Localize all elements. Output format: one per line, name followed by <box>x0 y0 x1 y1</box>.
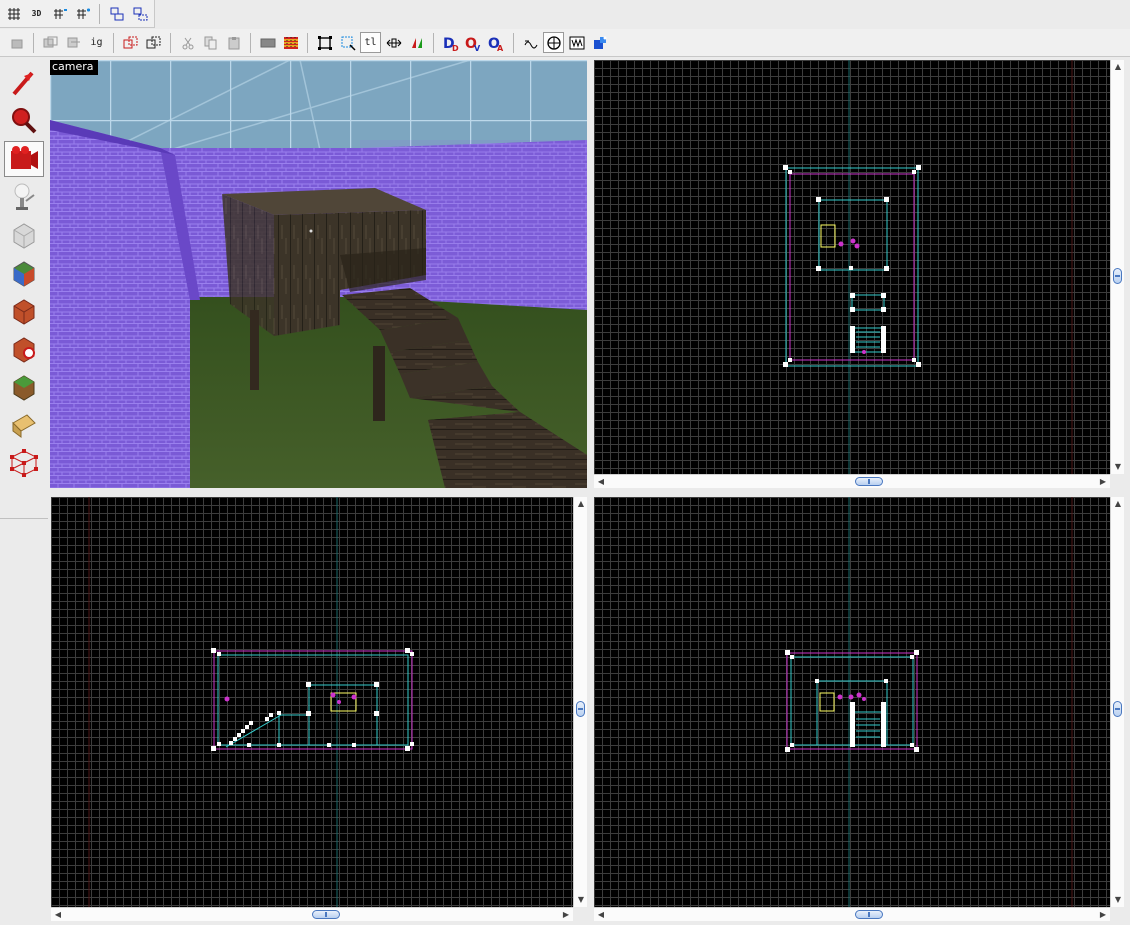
ungroup-select-icon[interactable] <box>143 32 164 53</box>
scroll-down-arrow-icon[interactable]: ▼ <box>1111 893 1125 907</box>
scroll-up-arrow-icon[interactable]: ▲ <box>1111 497 1125 511</box>
apply-current-texture-tool[interactable] <box>4 293 44 329</box>
entity-tool[interactable] <box>4 179 44 215</box>
group-icon[interactable] <box>106 3 127 24</box>
entity-lamp-icon <box>14 183 35 210</box>
front-viewport-vertical-scrollbar[interactable]: ▲ ▼ <box>573 497 587 907</box>
scroll-down-arrow-icon[interactable]: ▼ <box>1111 460 1125 474</box>
decal-tool[interactable] <box>4 331 44 367</box>
side-viewport-vertical-scrollbar[interactable]: ▲ ▼ <box>1110 497 1124 907</box>
camera-tool[interactable] <box>4 141 44 177</box>
ungroup-icon[interactable] <box>129 3 150 24</box>
overlay-tool[interactable] <box>4 369 44 405</box>
group-select-icon[interactable] <box>120 32 141 53</box>
toolbar-separator <box>99 3 100 24</box>
carve-icon[interactable] <box>6 32 27 53</box>
scroll-right-arrow-icon[interactable]: ▶ <box>1096 475 1110 489</box>
toolbar-separator <box>307 32 308 53</box>
scroll-thumb[interactable] <box>855 477 883 486</box>
camera-viewport[interactable]: camera <box>50 60 587 488</box>
magnifier-icon <box>12 108 37 134</box>
grid-toggle-icon[interactable] <box>3 3 24 24</box>
toolbar-separator <box>170 32 171 53</box>
clipping-tool[interactable] <box>4 407 44 443</box>
top-viewport-vertical-scrollbar[interactable]: ▲ ▼ <box>1110 60 1124 474</box>
select-box-icon[interactable] <box>314 32 335 53</box>
select-object-icon[interactable] <box>337 32 358 53</box>
scroll-right-arrow-icon[interactable]: ▶ <box>559 908 573 922</box>
overlay-cube-icon <box>13 375 35 401</box>
texture-cube-icon <box>13 261 35 287</box>
run-map-icon[interactable] <box>520 32 541 53</box>
cut-icon[interactable] <box>177 32 198 53</box>
palette-divider <box>0 518 48 519</box>
scroll-thumb[interactable] <box>576 701 585 717</box>
copy-icon[interactable] <box>200 32 221 53</box>
toolbar-separator <box>513 32 514 53</box>
paste-icon[interactable] <box>223 32 244 53</box>
scroll-down-arrow-icon[interactable]: ▼ <box>574 893 588 907</box>
side-view-grid <box>594 497 1110 907</box>
toolbar-separator <box>433 32 434 53</box>
scroll-thumb[interactable] <box>1113 268 1122 284</box>
texture-lock-icon[interactable]: tl <box>360 32 381 53</box>
texture-browser-icon[interactable] <box>257 32 278 53</box>
top-viewport-horizontal-scrollbar[interactable]: ◀ ▶ <box>594 474 1110 488</box>
3d-grid-icon[interactable]: 3D <box>26 3 47 24</box>
main-toolbar: ig tl DD OV OA <box>0 29 1130 57</box>
options-icon[interactable] <box>589 32 610 53</box>
scroll-up-arrow-icon[interactable]: ▲ <box>1111 60 1125 74</box>
vertex-tool[interactable] <box>4 445 44 481</box>
top-2d-viewport[interactable] <box>594 60 1110 474</box>
grid-larger-icon[interactable] <box>72 3 93 24</box>
decal-cube-icon <box>13 337 35 363</box>
hide-unselected-icon[interactable]: OV <box>463 32 484 53</box>
texture-application-tool[interactable] <box>4 255 44 291</box>
brick-cube-icon <box>13 299 35 325</box>
top-view-grid <box>594 60 1110 474</box>
show-all-icon[interactable]: OA <box>486 32 507 53</box>
block-cube-icon <box>13 223 35 249</box>
viewport-label-camera: camera <box>50 60 98 75</box>
scroll-thumb[interactable] <box>855 910 883 919</box>
side-viewport-horizontal-scrollbar[interactable]: ◀ ▶ <box>594 907 1110 921</box>
toolbar-separator <box>113 32 114 53</box>
toolbar-separator <box>250 32 251 53</box>
flip-vertical-icon[interactable] <box>406 32 427 53</box>
grid-toolbar: 3D <box>0 0 155 28</box>
texture-app-icon[interactable] <box>280 32 301 53</box>
vertex-icon <box>10 449 38 477</box>
svg-text:V: V <box>474 44 481 52</box>
side-2d-viewport[interactable] <box>594 497 1110 907</box>
ignore-group-icon[interactable]: ig <box>86 32 107 53</box>
magnify-tool[interactable] <box>4 103 44 139</box>
svg-text:A: A <box>497 44 504 52</box>
selection-tool[interactable] <box>4 65 44 101</box>
front-viewport-horizontal-scrollbar[interactable]: ◀ ▶ <box>51 907 573 921</box>
grid-smaller-icon[interactable] <box>49 3 70 24</box>
scroll-left-arrow-icon[interactable]: ◀ <box>594 908 608 922</box>
camera-scene <box>50 60 587 488</box>
scroll-up-arrow-icon[interactable]: ▲ <box>574 497 588 511</box>
block-tool[interactable] <box>4 217 44 253</box>
scroll-thumb[interactable] <box>312 910 340 919</box>
scroll-right-arrow-icon[interactable]: ▶ <box>1096 908 1110 922</box>
selection-arrow-icon <box>12 71 34 96</box>
front-view-grid <box>51 497 573 907</box>
hollow-icon[interactable] <box>40 32 61 53</box>
scroll-left-arrow-icon[interactable]: ◀ <box>594 475 608 489</box>
texture-view-icon[interactable] <box>566 32 587 53</box>
tool-palette <box>0 61 48 521</box>
scroll-left-arrow-icon[interactable]: ◀ <box>51 908 65 922</box>
clip-icon[interactable] <box>63 32 84 53</box>
svg-text:D: D <box>452 44 459 52</box>
clipping-icon <box>12 414 36 438</box>
camera-icon <box>11 146 38 169</box>
toolbar-separator <box>33 32 34 53</box>
flip-horizontal-icon[interactable] <box>383 32 404 53</box>
entity-report-icon[interactable] <box>543 32 564 53</box>
front-2d-viewport[interactable] <box>51 497 573 907</box>
hide-selected-icon[interactable]: DD <box>440 32 461 53</box>
scroll-thumb[interactable] <box>1113 701 1122 717</box>
